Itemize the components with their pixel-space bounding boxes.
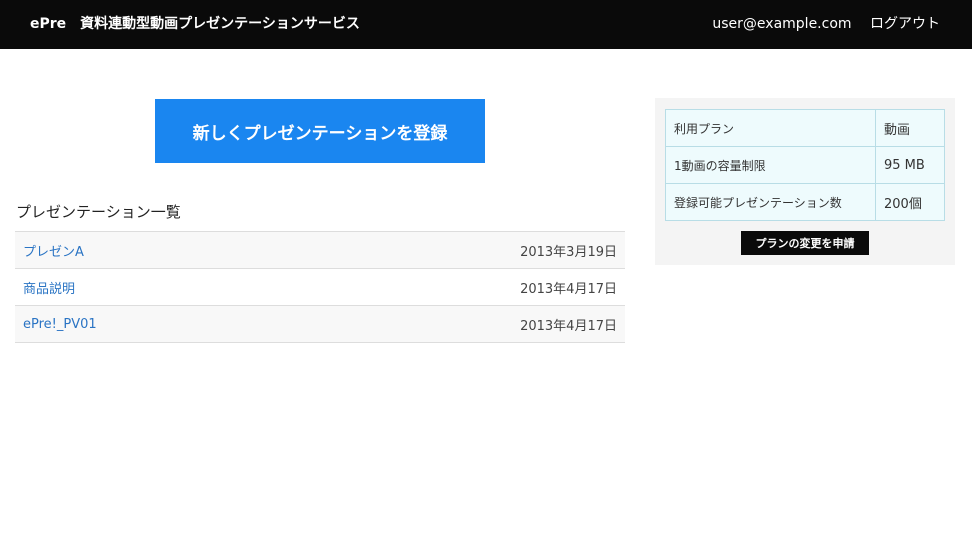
plan-value: 動画	[875, 109, 945, 147]
presentation-date: 2013年3月19日	[520, 244, 617, 260]
max-presentations-label: 登録可能プレゼンテーション数	[665, 183, 876, 221]
table-row: 利用プラン 動画	[665, 109, 945, 147]
presentation-list: プレゼンA 2013年3月19日 商品説明 2013年4月17日 ePre!_P…	[15, 231, 625, 343]
user-email-link[interactable]: user@example.com	[712, 16, 851, 32]
plan-label: 利用プラン	[665, 109, 876, 147]
service-title: 資料連動型動画プレゼンテーションサービス	[80, 16, 360, 32]
list-item: ePre!_PV01 2013年4月17日	[15, 306, 625, 343]
plan-table: 利用プラン 動画 1動画の容量制限 95 MB 登録可能プレゼンテーション数 2…	[665, 109, 945, 221]
presentation-link[interactable]: 商品説明	[23, 278, 75, 297]
presentation-link[interactable]: プレゼンA	[23, 241, 84, 260]
list-item: プレゼンA 2013年3月19日	[15, 232, 625, 269]
presentation-list-heading: プレゼンテーション一覧	[16, 203, 181, 221]
plan-panel: 利用プラン 動画 1動画の容量制限 95 MB 登録可能プレゼンテーション数 2…	[655, 98, 955, 265]
max-presentations-value: 200個	[875, 183, 945, 221]
presentation-date: 2013年4月17日	[520, 281, 617, 297]
user-nav: user@example.com ログアウト	[712, 13, 940, 33]
brand-name: ePre	[30, 16, 67, 32]
top-navbar: ePre 資料連動型動画プレゼンテーションサービス user@example.co…	[0, 0, 972, 49]
logout-link[interactable]: ログアウト	[870, 16, 940, 32]
presentation-link[interactable]: ePre!_PV01	[23, 317, 97, 332]
presentation-date: 2013年4月17日	[520, 318, 617, 334]
brand[interactable]: ePre 資料連動型動画プレゼンテーションサービス	[30, 13, 360, 33]
capacity-value: 95 MB	[875, 146, 945, 184]
table-row: 登録可能プレゼンテーション数 200個	[665, 183, 945, 221]
table-row: 1動画の容量制限 95 MB	[665, 146, 945, 184]
register-presentation-button[interactable]: 新しくプレゼンテーションを登録	[155, 99, 485, 163]
capacity-label: 1動画の容量制限	[665, 146, 876, 184]
list-item: 商品説明 2013年4月17日	[15, 269, 625, 306]
change-plan-button[interactable]: プランの変更を申請	[741, 231, 869, 255]
